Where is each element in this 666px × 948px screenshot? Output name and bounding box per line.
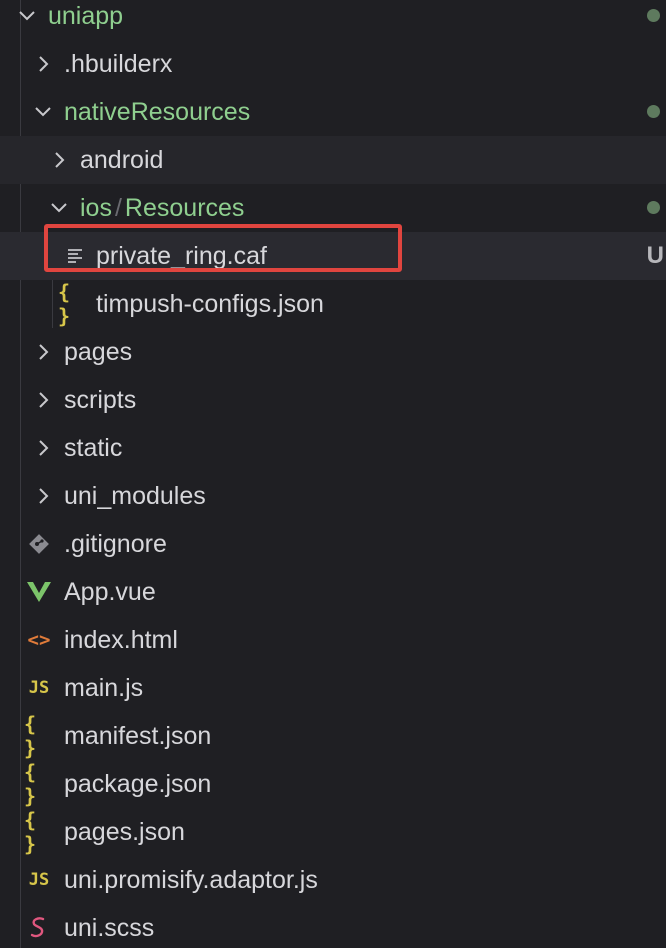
chevron-down-icon bbox=[16, 4, 38, 28]
modified-dot-icon bbox=[647, 201, 660, 214]
scss-icon bbox=[26, 914, 52, 942]
explorer-item-label: nativeResources bbox=[64, 98, 251, 126]
chevron-right-icon bbox=[32, 484, 54, 508]
json-icon: { } bbox=[24, 808, 37, 856]
file-explorer-tree: uniapp .hbuilderx nativeResources androi… bbox=[0, 0, 666, 948]
explorer-item-manifest-json[interactable]: { } manifest.json bbox=[0, 712, 666, 760]
explorer-item-label: uni.scss bbox=[64, 914, 155, 942]
explorer-item-nativeresources[interactable]: nativeResources bbox=[0, 88, 666, 136]
chevron-right-icon bbox=[32, 52, 54, 76]
js-icon: JS bbox=[28, 870, 50, 890]
explorer-item-gitignore[interactable]: .gitignore bbox=[0, 520, 666, 568]
explorer-item-package-json[interactable]: { } package.json bbox=[0, 760, 666, 808]
explorer-item-uniapp[interactable]: uniapp bbox=[0, 0, 666, 40]
explorer-item-label: uniapp bbox=[48, 2, 124, 30]
explorer-item-label: index.html bbox=[64, 626, 178, 654]
text-file-icon bbox=[62, 242, 88, 270]
explorer-item-private-ring-caf[interactable]: private_ring.caf U bbox=[0, 232, 666, 280]
explorer-item-label: manifest.json bbox=[64, 722, 212, 750]
explorer-item-label: package.json bbox=[64, 770, 212, 798]
explorer-item-uni-scss[interactable]: uni.scss bbox=[0, 904, 666, 948]
explorer-item-label: ios / Resources bbox=[80, 184, 244, 232]
html-icon: <> bbox=[27, 629, 51, 651]
untracked-badge: U bbox=[646, 242, 664, 269]
chevron-right-icon bbox=[32, 388, 54, 412]
explorer-item-scripts[interactable]: scripts bbox=[0, 376, 666, 424]
chevron-right-icon bbox=[48, 148, 70, 172]
explorer-item-label: pages.json bbox=[64, 818, 185, 846]
json-icon: { } bbox=[24, 712, 37, 760]
explorer-item-label: uni_modules bbox=[64, 482, 206, 510]
js-icon: JS bbox=[28, 678, 50, 698]
explorer-item-label: static bbox=[64, 434, 123, 462]
explorer-item-label: timpush-configs.json bbox=[96, 290, 324, 318]
explorer-item-main-js[interactable]: JS main.js bbox=[0, 664, 666, 712]
git-icon bbox=[26, 530, 52, 558]
vue-icon bbox=[26, 578, 52, 606]
explorer-item-index-html[interactable]: <> index.html bbox=[0, 616, 666, 664]
explorer-item-ios-resources[interactable]: ios / Resources bbox=[0, 184, 666, 232]
explorer-item-pages[interactable]: pages bbox=[0, 328, 666, 376]
explorer-item-android[interactable]: android bbox=[0, 136, 666, 184]
chevron-right-icon bbox=[32, 340, 54, 364]
modified-dot-icon bbox=[647, 9, 660, 22]
json-icon: { } bbox=[58, 280, 71, 328]
explorer-item-static[interactable]: static bbox=[0, 424, 666, 472]
path-separator: / bbox=[114, 194, 122, 222]
folder-name-resources: Resources bbox=[124, 194, 245, 222]
explorer-item-label: pages bbox=[64, 338, 133, 366]
explorer-item-uni-promisify-adaptor-js[interactable]: JS uni.promisify.adaptor.js bbox=[0, 856, 666, 904]
json-icon: { } bbox=[24, 760, 37, 808]
explorer-item-label: uni.promisify.adaptor.js bbox=[64, 866, 318, 894]
explorer-item-label: android bbox=[80, 146, 164, 174]
explorer-item-label: private_ring.caf bbox=[96, 242, 267, 270]
folder-name-ios: ios bbox=[80, 194, 112, 222]
explorer-item-pages-json[interactable]: { } pages.json bbox=[0, 808, 666, 856]
modified-dot-icon bbox=[647, 105, 660, 118]
explorer-item-label: scripts bbox=[64, 386, 137, 414]
chevron-down-icon bbox=[48, 196, 70, 220]
explorer-item-label: .gitignore bbox=[64, 530, 167, 558]
explorer-item-app-vue[interactable]: App.vue bbox=[0, 568, 666, 616]
explorer-item-uni-modules[interactable]: uni_modules bbox=[0, 472, 666, 520]
explorer-item-hbuilderx[interactable]: .hbuilderx bbox=[0, 40, 666, 88]
explorer-item-label: App.vue bbox=[64, 578, 156, 606]
explorer-item-timpush-configs-json[interactable]: { } timpush-configs.json bbox=[0, 280, 666, 328]
explorer-item-label: .hbuilderx bbox=[64, 50, 173, 78]
explorer-item-label: main.js bbox=[64, 674, 144, 702]
chevron-down-icon bbox=[32, 100, 54, 124]
chevron-right-icon bbox=[32, 436, 54, 460]
